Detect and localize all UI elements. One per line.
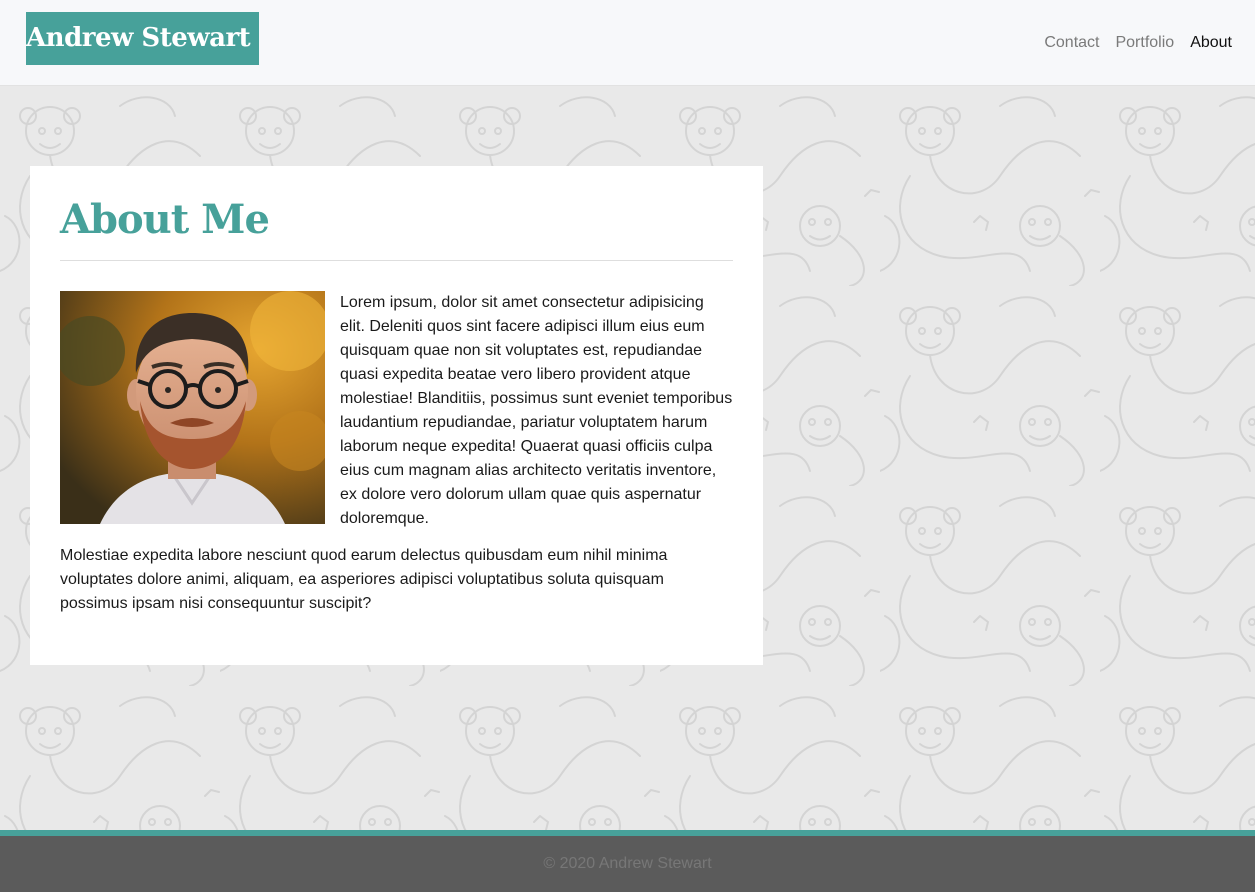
footer: © 2020 Andrew Stewart [0,830,1255,892]
nav-item-portfolio: Portfolio [1115,32,1174,54]
page-title: About Me [60,196,270,243]
nav-link-portfolio[interactable]: Portfolio [1115,34,1174,51]
profile-photo [60,291,325,524]
nav-item-contact: Contact [1044,32,1099,54]
footer-copyright: © 2020 Andrew Stewart [543,855,712,872]
nav-item-about: About [1190,32,1232,54]
nav-link-contact[interactable]: Contact [1044,34,1099,51]
brand-logo-link[interactable]: Andrew Stewart [26,12,259,65]
about-card: About Me Lorem ipsum, dolor sit amet con… [30,166,763,665]
nav-link-about[interactable]: About [1190,34,1232,51]
navbar: Andrew Stewart Contact Portfolio About [0,0,1255,86]
nav-menu: Contact Portfolio About [1044,32,1232,54]
about-paragraph-2: Molestiae expedita labore nesciunt quod … [60,547,668,612]
title-divider [60,260,733,261]
